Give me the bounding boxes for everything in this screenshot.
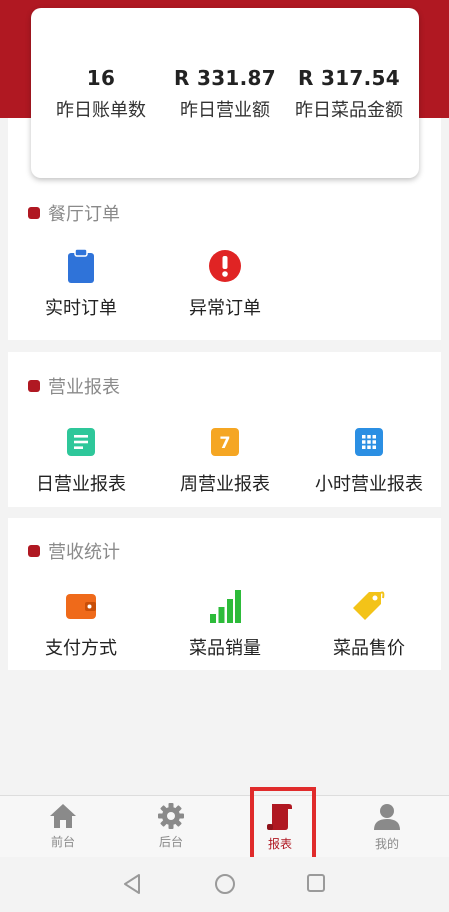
back-icon[interactable] [122, 873, 142, 895]
gear-icon [158, 803, 184, 829]
hourly-report-label: 小时营业报表 [315, 474, 423, 495]
section-marker [28, 207, 40, 219]
section-title-business-reports: 营业报表 [28, 373, 120, 399]
section-title-restaurant-orders: 餐厅订单 [28, 200, 120, 226]
tab-front[interactable]: 前台 [7, 796, 119, 858]
hourly-report-button[interactable]: 小时营业报表 [299, 424, 439, 496]
payment-method-label: 支付方式 [45, 638, 117, 659]
section-title-text: 营业报表 [48, 377, 120, 398]
stat-value: R 317.54 [298, 66, 400, 90]
stat-label: 昨日账单数 [56, 100, 146, 121]
realtime-orders-button[interactable]: 实时订单 [11, 248, 151, 320]
tab-label: 我的 [374, 837, 399, 851]
payment-method-button[interactable]: 支付方式 [11, 588, 151, 660]
system-nav-bar [0, 857, 449, 912]
weekly-report-button[interactable]: 7 周营业报表 [155, 424, 295, 496]
section-marker [28, 545, 40, 557]
daily-report-button[interactable]: 日营业报表 [11, 424, 151, 496]
tab-backend[interactable]: 后台 [115, 796, 227, 858]
stat-label: 昨日菜品金额 [295, 100, 403, 121]
tab-label: 后台 [158, 835, 183, 849]
stat-value: 16 [86, 66, 116, 90]
section-title-text: 营收统计 [48, 542, 120, 563]
dish-sales-label: 菜品销量 [189, 638, 261, 659]
clipboard-icon [63, 248, 99, 284]
grid-icon [351, 424, 387, 460]
price-tag-icon [351, 588, 387, 624]
summary-card: 16 昨日账单数 R 331.87 昨日营业额 R 317.54 昨日菜品金额 [31, 8, 419, 178]
realtime-orders-label: 实时订单 [45, 298, 117, 319]
home-icon [50, 804, 76, 828]
dish-price-button[interactable]: 菜品售价 [299, 588, 439, 660]
alert-icon [207, 248, 243, 284]
user-icon [374, 804, 400, 830]
stat-label: 昨日营业额 [180, 100, 270, 121]
tab-label: 前台 [50, 835, 75, 849]
calendar-7-icon: 7 [207, 424, 243, 460]
section-title-text: 餐厅订单 [48, 204, 120, 225]
recents-icon[interactable] [306, 873, 326, 893]
weekly-report-label: 周营业报表 [180, 474, 270, 495]
section-title-revenue-stats: 营收统计 [28, 538, 120, 564]
stat-value: R 331.87 [174, 66, 276, 90]
active-tab-highlight [250, 787, 316, 866]
stat-bill-count: 16 昨日账单数 [41, 66, 161, 122]
tab-mine[interactable]: 我的 [331, 796, 443, 858]
home-circle-icon[interactable] [214, 873, 236, 895]
wallet-icon [63, 588, 99, 624]
signal-bars-icon [207, 588, 243, 624]
abnormal-orders-button[interactable]: 异常订单 [155, 248, 295, 320]
dish-sales-button[interactable]: 菜品销量 [155, 588, 295, 660]
calendar-badge: 7 [219, 433, 230, 452]
abnormal-orders-label: 异常订单 [189, 298, 261, 319]
bottom-tab-bar: 前台 后台 报表 我的 [0, 795, 449, 857]
section-marker [28, 380, 40, 392]
list-icon [63, 424, 99, 460]
dish-price-label: 菜品售价 [333, 638, 405, 659]
stat-dish-amount: R 317.54 昨日菜品金额 [289, 66, 409, 122]
stat-revenue: R 331.87 昨日营业额 [165, 66, 285, 122]
daily-report-label: 日营业报表 [36, 474, 126, 495]
